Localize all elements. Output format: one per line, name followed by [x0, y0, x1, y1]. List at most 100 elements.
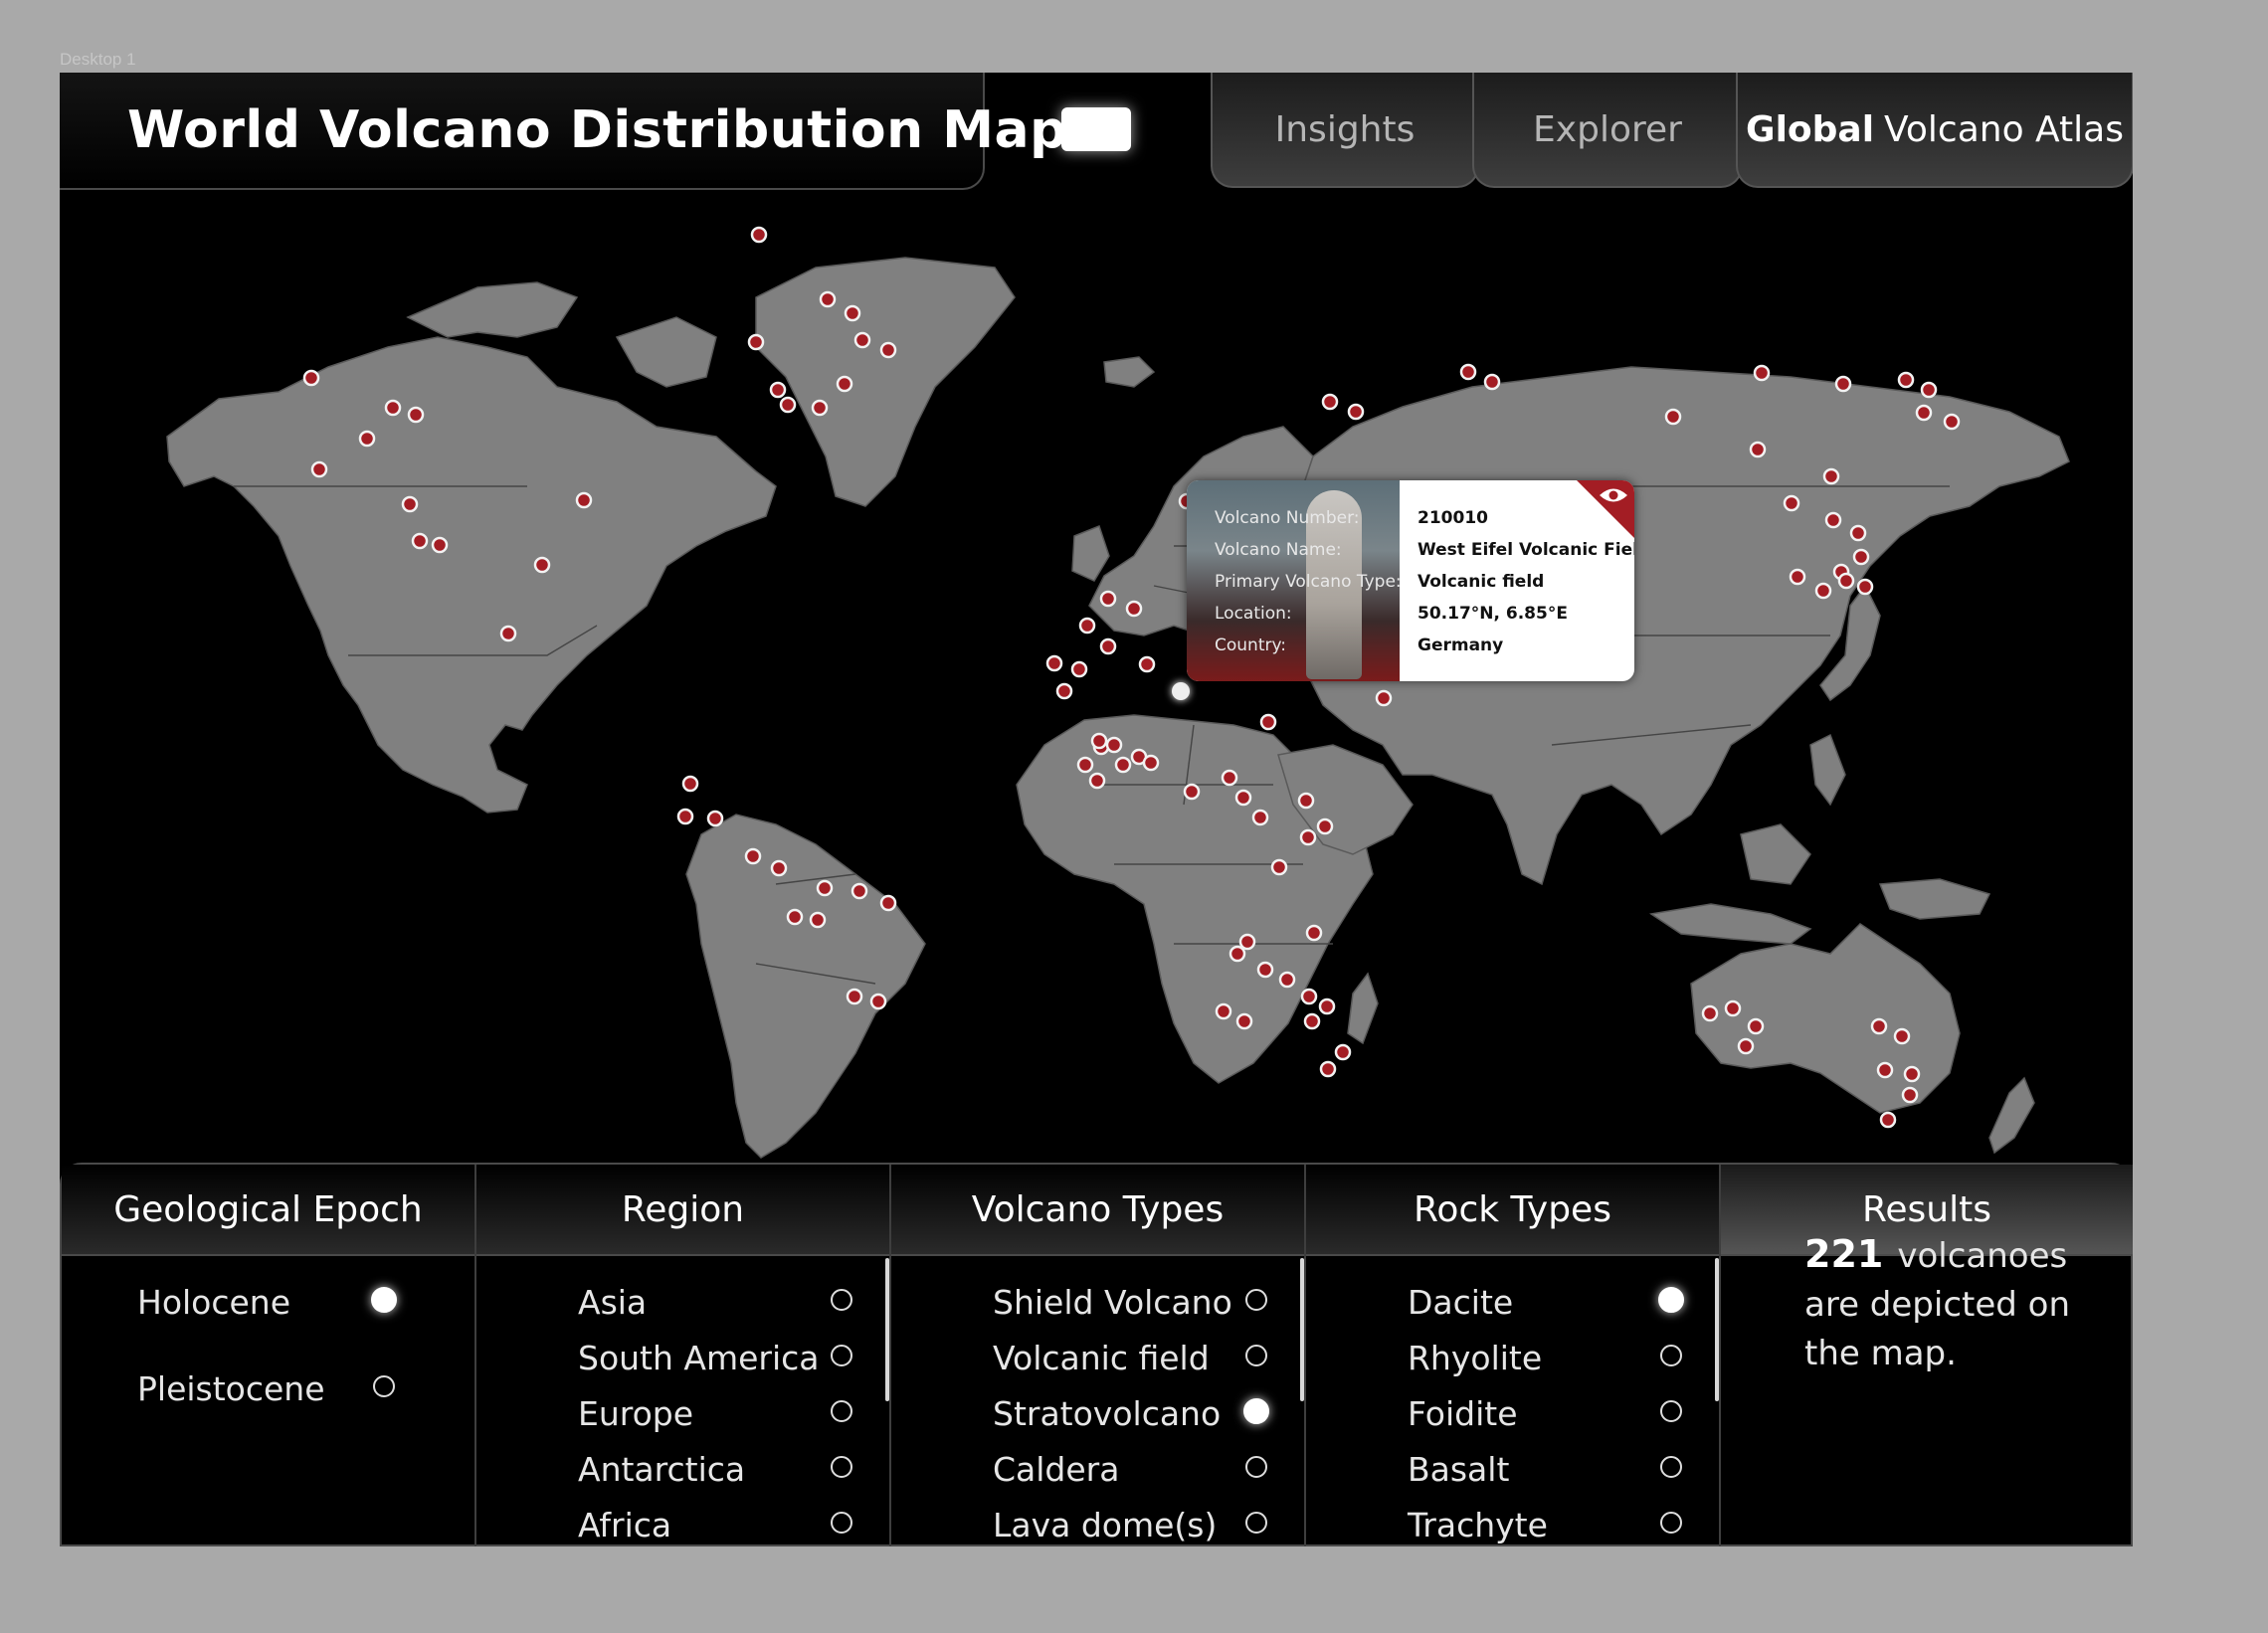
volcano-marker[interactable] [1114, 756, 1132, 774]
volcano-marker[interactable] [1221, 769, 1238, 787]
volcano-marker[interactable] [1235, 1012, 1253, 1030]
volcano-marker[interactable] [1789, 568, 1806, 586]
volcano-marker[interactable] [1901, 1086, 1919, 1104]
volcano-marker[interactable] [811, 399, 829, 417]
volcano-marker[interactable] [1297, 792, 1315, 810]
option-volcanic-field[interactable]: Volcanic field [891, 1339, 1304, 1378]
option-europe[interactable]: Europe [476, 1394, 889, 1434]
volcano-marker[interactable] [1045, 654, 1063, 672]
volcano-marker[interactable] [1749, 441, 1767, 458]
volcano-marker[interactable] [401, 495, 419, 513]
volcano-marker[interactable] [1183, 783, 1201, 801]
radio-unselected[interactable] [1660, 1345, 1682, 1366]
volcano-marker[interactable] [1897, 371, 1915, 389]
volcano-marker[interactable] [533, 556, 551, 574]
radio-unselected[interactable] [831, 1289, 852, 1311]
radio-unselected[interactable] [831, 1400, 852, 1422]
option-foidite[interactable]: Foidite [1306, 1394, 1719, 1434]
volcano-marker[interactable] [1822, 467, 1840, 485]
option-caldera[interactable]: Caldera [891, 1450, 1304, 1490]
rock-types-scrollbar[interactable] [1715, 1258, 1719, 1401]
radio-unselected[interactable] [1245, 1345, 1267, 1366]
volcano-marker[interactable] [1347, 403, 1365, 421]
volcano-marker[interactable] [1305, 924, 1323, 942]
volcano-marker[interactable] [1078, 617, 1096, 635]
volcano-marker[interactable] [1814, 582, 1832, 600]
volcano-marker[interactable] [844, 304, 861, 322]
volcano-marker[interactable] [407, 406, 425, 424]
volcano-marker[interactable] [1138, 655, 1156, 673]
volcano-marker[interactable] [879, 894, 897, 912]
volcano-marker[interactable] [1834, 375, 1852, 393]
volcano-marker[interactable] [1334, 1043, 1352, 1061]
volcano-marker[interactable] [1483, 373, 1501, 391]
radio-selected[interactable] [371, 1287, 397, 1313]
tab-insights[interactable]: Insights [1211, 73, 1479, 188]
volcano-marker[interactable] [676, 808, 694, 825]
tab-global-volcano-atlas[interactable]: Global Volcano Atlas [1736, 73, 2133, 188]
volcano-marker[interactable] [1256, 961, 1274, 979]
radio-unselected[interactable] [1660, 1400, 1682, 1422]
volcano-marker[interactable] [1701, 1004, 1719, 1022]
option-africa[interactable]: Africa [476, 1506, 889, 1545]
volcano-marker[interactable] [1070, 660, 1088, 678]
region-scrollbar[interactable] [885, 1258, 889, 1401]
volcano-marker[interactable] [1142, 754, 1160, 772]
volcano-marker[interactable] [1278, 971, 1296, 989]
option-rhyolite[interactable]: Rhyolite [1306, 1339, 1719, 1378]
volcano-marker[interactable] [1125, 600, 1143, 618]
tab-explorer[interactable]: Explorer [1472, 73, 1743, 188]
volcano-marker[interactable] [1737, 1037, 1755, 1055]
volcano-marker[interactable] [1915, 404, 1933, 422]
radio-selected[interactable] [1243, 1398, 1269, 1424]
option-basalt[interactable]: Basalt [1306, 1450, 1719, 1490]
volcano-marker[interactable] [1088, 772, 1106, 790]
volcano-marker[interactable] [1753, 364, 1771, 382]
volcano-marker[interactable] [1270, 858, 1288, 876]
volcano-marker[interactable] [1215, 1002, 1232, 1020]
theme-toggle[interactable] [1061, 107, 1131, 151]
volcano-marker[interactable] [1228, 945, 1246, 963]
radio-selected[interactable] [1658, 1287, 1684, 1313]
volcano-marker[interactable] [1259, 713, 1277, 731]
volcano-marker[interactable] [1316, 817, 1334, 835]
volcano-marker[interactable] [1105, 736, 1123, 754]
volcano-marker[interactable] [1824, 511, 1842, 529]
volcano-marker[interactable] [1099, 637, 1117, 655]
volcano-marker[interactable] [1920, 381, 1938, 399]
volcano-marker[interactable] [302, 369, 320, 387]
volcano-marker[interactable] [747, 333, 765, 351]
volcano-marker[interactable] [1856, 578, 1874, 596]
volcano-marker[interactable] [1943, 413, 1961, 431]
volcano-marker[interactable] [431, 536, 449, 554]
radio-unselected[interactable] [831, 1456, 852, 1478]
volcano-marker[interactable] [499, 625, 517, 642]
volcano-marker[interactable] [853, 331, 871, 349]
radio-unselected[interactable] [831, 1345, 852, 1366]
selected-location-marker[interactable] [1172, 682, 1190, 700]
option-holocene[interactable]: Holocene [62, 1283, 474, 1323]
volcano-marker[interactable] [1303, 1012, 1321, 1030]
radio-unselected[interactable] [373, 1375, 395, 1397]
volcano-marker[interactable] [879, 341, 897, 359]
eye-icon[interactable] [1599, 486, 1628, 504]
volcano-marker[interactable] [850, 882, 868, 900]
volcano-marker[interactable] [1876, 1061, 1894, 1079]
volcano-marker[interactable] [1870, 1017, 1888, 1035]
volcano-marker[interactable] [1724, 999, 1742, 1017]
volcano-marker[interactable] [1055, 682, 1073, 700]
volcano-marker[interactable] [816, 879, 834, 897]
volcano-marker[interactable] [1300, 988, 1318, 1005]
radio-unselected[interactable] [1245, 1512, 1267, 1534]
volcano-marker[interactable] [1375, 689, 1393, 707]
volcano-marker[interactable] [769, 381, 787, 399]
volcano-types-scrollbar[interactable] [1300, 1258, 1304, 1401]
volcano-marker[interactable] [836, 375, 853, 393]
volcano-marker[interactable] [1664, 408, 1682, 426]
volcano-marker[interactable] [1234, 789, 1252, 807]
radio-unselected[interactable] [1245, 1456, 1267, 1478]
volcano-marker[interactable] [1783, 494, 1800, 512]
volcano-marker[interactable] [744, 847, 762, 865]
volcano-marker[interactable] [1849, 524, 1867, 542]
volcano-marker[interactable] [819, 290, 837, 308]
